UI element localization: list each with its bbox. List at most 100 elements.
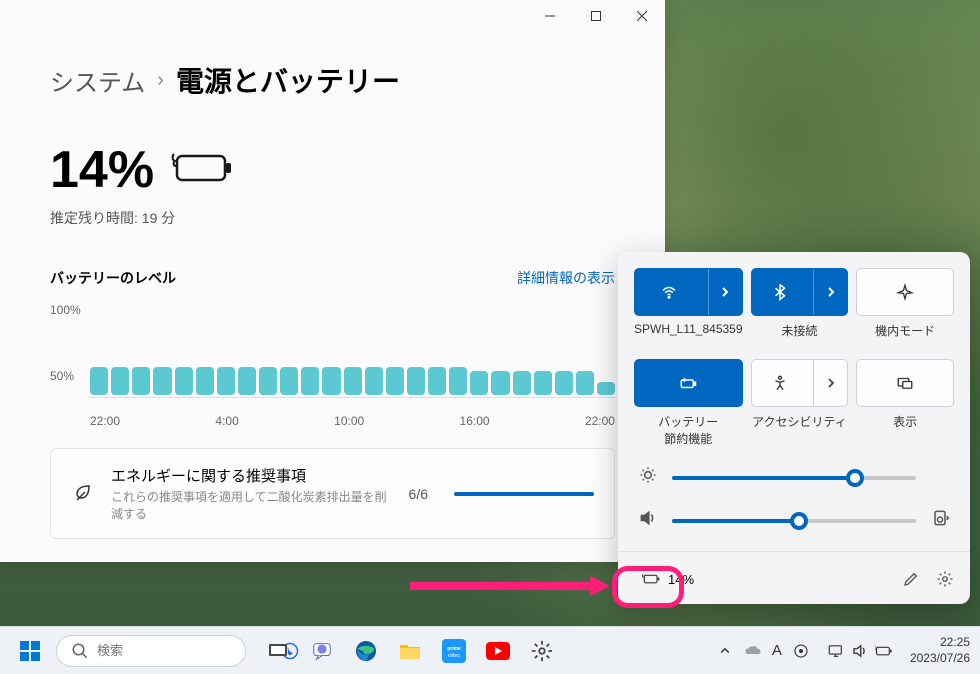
brightness-slider-row bbox=[638, 465, 950, 490]
bluetooth-label: 未接続 bbox=[751, 322, 849, 339]
qs-battery-percent: 14% bbox=[668, 572, 694, 587]
wifi-icon bbox=[660, 283, 678, 301]
chart-bar bbox=[322, 367, 340, 395]
chart-bar bbox=[111, 367, 129, 395]
y-axis-label: 50% bbox=[50, 369, 81, 383]
project-toggle[interactable] bbox=[856, 359, 954, 407]
airplane-mode-toggle[interactable] bbox=[856, 268, 954, 316]
task-view-button[interactable] bbox=[258, 631, 298, 671]
battery-chart: 100% 50% 22:00 4:00 10:00 16:00 22:00 bbox=[50, 303, 615, 428]
x-axis-label: 22:00 bbox=[90, 414, 120, 428]
battery-low-icon bbox=[169, 150, 233, 191]
chevron-right-icon[interactable] bbox=[813, 269, 847, 315]
clock[interactable]: 22:25 2023/07/26 bbox=[910, 635, 970, 666]
chart-detail-link[interactable]: 詳細情報の表示 bbox=[517, 268, 615, 288]
project-label: 表示 bbox=[856, 413, 954, 430]
bluetooth-icon bbox=[771, 283, 789, 301]
explorer-button[interactable] bbox=[390, 631, 430, 671]
chat-button[interactable] bbox=[302, 631, 342, 671]
network-icon bbox=[827, 642, 845, 660]
close-button[interactable] bbox=[619, 0, 665, 32]
chart-bar bbox=[90, 367, 108, 395]
search-icon bbox=[71, 642, 89, 660]
volume-icon bbox=[638, 508, 658, 533]
chevron-right-icon[interactable] bbox=[708, 269, 742, 315]
gear-icon[interactable] bbox=[936, 570, 954, 588]
svg-text:prime: prime bbox=[447, 646, 461, 652]
chart-bar bbox=[153, 367, 171, 395]
volume-icon bbox=[851, 642, 869, 660]
location-icon[interactable] bbox=[792, 642, 810, 660]
settings-window: システム › 電源とバッテリー 14% 推定残り時間: 19 分 バッテリーのレ… bbox=[0, 0, 665, 562]
edge-button[interactable] bbox=[346, 631, 386, 671]
audio-output-icon[interactable] bbox=[930, 508, 950, 533]
chevron-right-icon: › bbox=[157, 69, 164, 92]
battery-percent-value: 14% bbox=[50, 140, 154, 200]
chart-bar bbox=[576, 371, 594, 395]
energy-progress-bar bbox=[454, 492, 594, 496]
youtube-button[interactable] bbox=[478, 631, 518, 671]
bluetooth-toggle[interactable] bbox=[751, 268, 849, 316]
taskbar: primevideo A 22:25 2023/07/26 bbox=[0, 626, 980, 674]
estimated-time-label: 推定残り時間: 19 分 bbox=[50, 208, 615, 228]
airplane-icon bbox=[896, 283, 914, 301]
chart-bar bbox=[365, 367, 383, 395]
page-title: 電源とバッテリー bbox=[176, 60, 400, 100]
chart-bar bbox=[386, 367, 404, 395]
search-box[interactable] bbox=[56, 635, 246, 667]
time-value: 22:25 bbox=[910, 635, 970, 651]
y-axis-label: 100% bbox=[50, 303, 81, 317]
chart-bar bbox=[196, 367, 214, 395]
wifi-toggle[interactable] bbox=[634, 268, 743, 316]
wifi-label: SPWH_L11_845359 bbox=[634, 322, 743, 336]
x-axis-label: 22:00 bbox=[585, 414, 615, 428]
breadcrumb: システム › 電源とバッテリー bbox=[50, 60, 615, 100]
chart-bar bbox=[238, 367, 256, 395]
overflow-icon[interactable] bbox=[716, 642, 734, 660]
chart-bar bbox=[344, 367, 362, 395]
prime-video-button[interactable]: primevideo bbox=[434, 631, 474, 671]
energy-card-desc: これらの推奨事項を適用して二酸化炭素排出量を削減する bbox=[111, 488, 393, 522]
window-controls bbox=[527, 0, 665, 32]
edit-icon[interactable] bbox=[902, 570, 920, 588]
chart-bar bbox=[491, 371, 509, 395]
ime-indicator[interactable]: A bbox=[772, 642, 782, 659]
x-axis-label: 10:00 bbox=[334, 414, 364, 428]
x-axis-label: 4:00 bbox=[215, 414, 238, 428]
volume-slider-row bbox=[638, 508, 950, 533]
qs-battery-status[interactable]: 14% bbox=[634, 566, 702, 592]
svg-text:video: video bbox=[448, 653, 460, 659]
start-button[interactable] bbox=[10, 631, 50, 671]
maximize-button[interactable] bbox=[573, 0, 619, 32]
chart-bar bbox=[175, 367, 193, 395]
system-tray[interactable] bbox=[820, 637, 900, 665]
chart-bar bbox=[534, 371, 552, 395]
chart-bar bbox=[513, 371, 531, 395]
chart-bar bbox=[407, 367, 425, 395]
energy-recommendations-card[interactable]: エネルギーに関する推奨事項 これらの推奨事項を適用して二酸化炭素排出量を削減する… bbox=[50, 448, 615, 539]
breadcrumb-system[interactable]: システム bbox=[50, 63, 145, 98]
battery-saver-label: バッテリー 節約機能 bbox=[634, 413, 743, 447]
brightness-icon bbox=[638, 465, 658, 490]
energy-card-count: 6/6 bbox=[409, 486, 428, 502]
chart-bar bbox=[428, 367, 446, 395]
energy-card-title: エネルギーに関する推奨事項 bbox=[111, 465, 393, 486]
search-input[interactable] bbox=[97, 643, 273, 658]
brightness-slider[interactable] bbox=[672, 476, 916, 480]
accessibility-label: アクセシビリティ bbox=[751, 413, 849, 430]
volume-slider[interactable] bbox=[672, 519, 916, 523]
airplane-label: 機内モード bbox=[856, 322, 954, 339]
battery-chart-section: バッテリーのレベル 詳細情報の表示 100% 50% 22:00 4:00 10… bbox=[50, 268, 615, 428]
accessibility-toggle[interactable] bbox=[751, 359, 849, 407]
chevron-right-icon[interactable] bbox=[813, 360, 847, 406]
onedrive-icon[interactable] bbox=[744, 642, 762, 660]
chart-bar bbox=[280, 367, 298, 395]
quick-settings-panel: SPWH_L11_845359 未接続 機内モード バッテリー 節約機能 bbox=[618, 252, 970, 604]
chart-bar bbox=[470, 371, 488, 395]
settings-button[interactable] bbox=[522, 631, 562, 671]
minimize-button[interactable] bbox=[527, 0, 573, 32]
chart-title: バッテリーのレベル bbox=[50, 268, 176, 288]
accessibility-icon bbox=[771, 374, 789, 392]
battery-icon bbox=[875, 642, 893, 660]
battery-saver-toggle[interactable] bbox=[634, 359, 743, 407]
